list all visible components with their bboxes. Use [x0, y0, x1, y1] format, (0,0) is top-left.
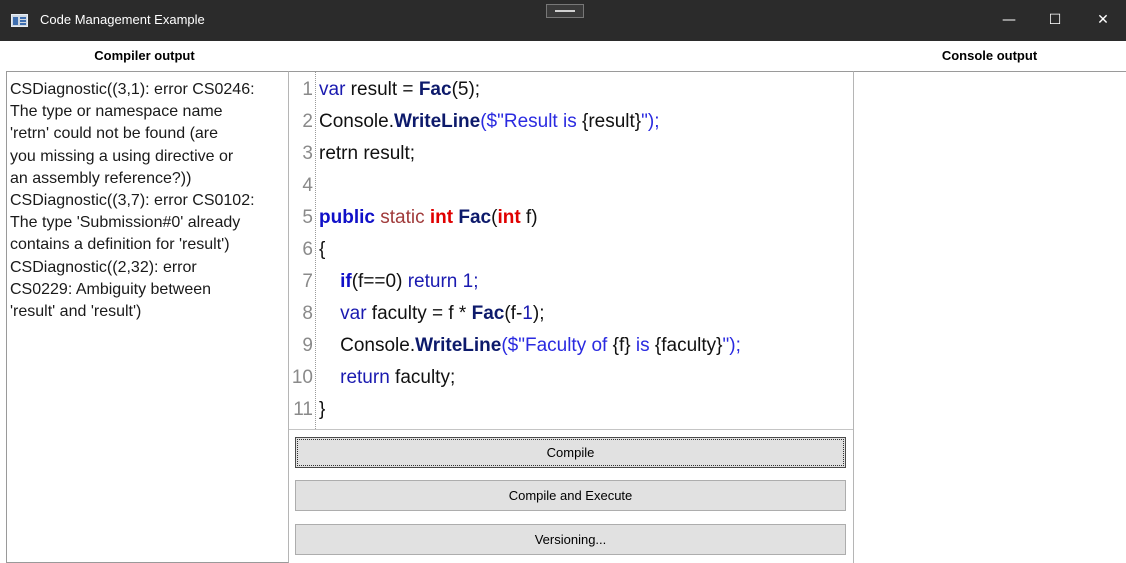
diagnostic-line: contains a definition for 'result')	[10, 236, 230, 254]
console-output-header: Console output	[941, 48, 1038, 63]
maximize-button[interactable]: ☐	[1032, 0, 1078, 41]
code-token: (f-	[504, 303, 523, 324]
compiler-output-header: Compiler output	[94, 48, 195, 63]
code-token: (5);	[451, 79, 481, 100]
close-button[interactable]: ✕	[1080, 0, 1126, 41]
code-token: ($"Result is	[480, 111, 582, 132]
compile-button[interactable]: Compile	[295, 437, 846, 468]
code-token: static	[374, 207, 430, 228]
code-token: );	[532, 303, 545, 324]
code-token: Console.	[319, 111, 394, 132]
diagnostic-line: The type 'Submission#0' already	[10, 214, 241, 232]
code-line: Console.WriteLine($"Faculty of {f} is {f…	[319, 330, 741, 362]
code-token: {result}	[582, 111, 642, 132]
code-token: if	[340, 271, 352, 292]
console-output-textbox[interactable]	[853, 71, 1126, 563]
code-line: retrn result;	[319, 138, 415, 170]
code-token: Console.	[319, 335, 416, 356]
code-token: Fac	[453, 207, 492, 228]
line-number: 2	[302, 111, 313, 132]
minimize-button[interactable]: —	[986, 0, 1032, 41]
code-token: return 1;	[407, 271, 479, 292]
code-line: {	[319, 234, 325, 266]
code-line: var faculty = f * Fac(f-1);	[319, 298, 544, 330]
code-line: return faculty;	[319, 362, 455, 394]
line-number: 6	[302, 239, 313, 260]
diagnostic-line: 'result' and 'result')	[10, 303, 142, 321]
code-token: var	[340, 303, 367, 324]
code-token: f)	[520, 207, 538, 228]
code-line: if(f==0) return 1;	[319, 266, 478, 298]
code-line: Console.WriteLine($"Result is {result}")…	[319, 106, 660, 138]
code-token: faculty;	[389, 367, 456, 388]
window-title: Code Management Example	[40, 12, 205, 27]
code-token: var	[319, 79, 346, 100]
compile-and-execute-button[interactable]: Compile and Execute	[295, 480, 846, 511]
line-number-gutter: 1 2 3 4 5 6 7 8 9 10 11	[289, 72, 316, 429]
diagnostic-line: CSDiagnostic((2,32): error	[10, 258, 197, 276]
code-token: return	[340, 367, 390, 388]
code-token: WriteLine	[394, 111, 481, 132]
versioning-button[interactable]: Versioning...	[295, 524, 846, 555]
code-token: 1	[522, 303, 533, 324]
code-line: var result = Fac(5);	[319, 74, 480, 106]
code-editor[interactable]: 1 2 3 4 5 6 7 8 9 10 11 var result = Fac…	[289, 71, 853, 430]
app-icon	[11, 14, 28, 27]
code-token: WriteLine	[415, 335, 502, 356]
diagnostic-line: CS0229: Ambiguity between	[10, 280, 212, 298]
code-line: }	[319, 394, 325, 426]
diagnostic-line: The type or namespace name	[10, 103, 223, 121]
title-bar[interactable]: Code Management Example — ☐ ✕	[0, 0, 1126, 41]
diagnostic-line: 'retrn' could not be found (are	[10, 125, 219, 143]
button-panel: Compile Compile and Execute Versioning..…	[289, 430, 853, 563]
code-token: Fac	[471, 303, 505, 324]
line-number: 3	[302, 143, 313, 164]
code-token: int	[497, 207, 521, 228]
code-token: (f==0)	[351, 271, 408, 292]
code-token: retrn result;	[319, 143, 416, 164]
diagnostic-line: CSDiagnostic((3,1): error CS0246:	[10, 81, 255, 98]
code-token: {	[319, 239, 326, 260]
code-token: ($"Faculty of	[501, 335, 613, 356]
line-number: 5	[302, 207, 313, 228]
code-token: {f}	[612, 335, 631, 356]
line-number: 4	[302, 175, 313, 196]
compiler-output-textbox[interactable]: CSDiagnostic((3,1): error CS0246: The ty…	[6, 71, 289, 563]
line-number: 11	[293, 399, 313, 420]
code-token: result =	[345, 79, 419, 100]
code-line: public static int Fac(int f)	[319, 202, 538, 234]
code-token: {faculty}	[654, 335, 723, 356]
code-token: int	[429, 207, 454, 228]
code-token: Fac	[418, 79, 452, 100]
line-number: 1	[302, 79, 313, 100]
diagnostic-line: you missing a using directive or	[10, 147, 234, 165]
line-number: 9	[302, 335, 313, 356]
drag-handle-icon[interactable]	[546, 4, 584, 18]
code-token: }	[319, 399, 326, 420]
code-token: ");	[722, 335, 741, 356]
diagnostic-line: CSDiagnostic((3,7): error CS0102:	[10, 192, 255, 210]
code-token: public	[319, 207, 375, 228]
diagnostic-line: an assembly reference?))	[10, 169, 192, 187]
line-number: 7	[302, 271, 313, 292]
code-token: is	[630, 335, 655, 356]
code-token: faculty = f *	[366, 303, 472, 324]
code-token: ");	[641, 111, 660, 132]
line-number: 8	[302, 303, 313, 324]
line-number: 10	[291, 367, 313, 388]
